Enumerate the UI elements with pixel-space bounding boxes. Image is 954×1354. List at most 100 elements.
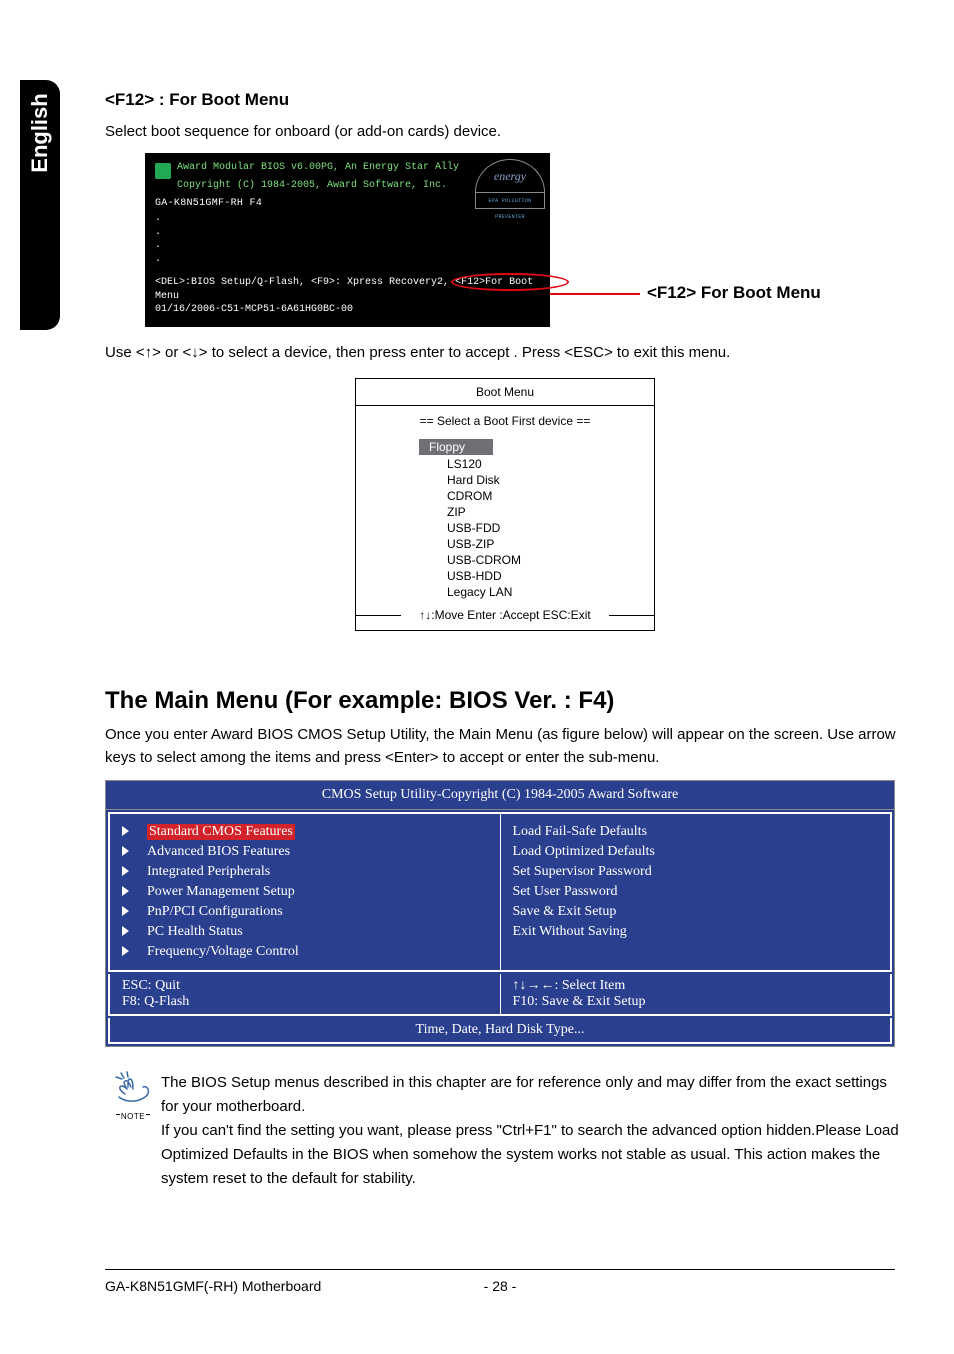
cmos-item-freq[interactable]: Frequency/Voltage Control — [122, 942, 488, 962]
cmos-item-supervisor[interactable]: Set Supervisor Password — [513, 862, 879, 882]
post-dot: . — [155, 212, 540, 226]
cmos-right-col: Load Fail-Safe Defaults Load Optimized D… — [501, 814, 891, 970]
note-label: NOTE — [105, 1112, 161, 1121]
boot-item-label: LS120 — [447, 457, 482, 471]
cmos-item-label: Standard CMOS Features — [147, 824, 295, 840]
cmos-item-label: Load Optimized Defaults — [513, 844, 655, 859]
triangle-icon — [122, 826, 129, 836]
post-dot: . — [155, 239, 540, 253]
triangle-icon — [122, 946, 129, 956]
cmos-item-label: Exit Without Saving — [513, 924, 627, 939]
boot-item-label: USB-CDROM — [447, 553, 521, 567]
boot-item-legacylan[interactable]: Legacy LAN — [415, 584, 595, 600]
cmos-item-label: Set User Password — [513, 884, 618, 899]
section-desc-f12: Select boot sequence for onboard (or add… — [105, 120, 905, 143]
cmos-item-failsafe[interactable]: Load Fail-Safe Defaults — [513, 822, 879, 842]
cmos-item-label: Set Supervisor Password — [513, 864, 652, 879]
cmos-item-peripherals[interactable]: Integrated Peripherals — [122, 862, 488, 882]
cmos-item-saveexit[interactable]: Save & Exit Setup — [513, 902, 879, 922]
cmos-item-health[interactable]: PC Health Status — [122, 922, 488, 942]
cmos-item-pnp[interactable]: PnP/PCI Configurations — [122, 902, 488, 922]
footer-page-number: - 28 - — [460, 1278, 540, 1294]
cmos-item-power[interactable]: Power Management Setup — [122, 882, 488, 902]
cmos-item-label: Integrated Peripherals — [147, 864, 270, 879]
boot-hints-wrap: ↑↓:Move Enter :Accept ESC:Exit — [356, 606, 654, 624]
cmos-key-arrows: ↑↓→←: Select Item — [513, 978, 879, 994]
cmos-item-label: Load Fail-Safe Defaults — [513, 824, 648, 839]
post-keys-prefix: <DEL>:BIOS Setup/Q-Flash, <F9>: Xpress R… — [155, 277, 455, 288]
callout-connector — [550, 293, 640, 295]
page-footer: GA-K8N51GMF(-RH) Motherboard - 28 - — [105, 1269, 895, 1294]
cmos-key-hints: ESC: Quit F8: Q-Flash ↑↓→←: Select Item … — [108, 974, 892, 1016]
boot-item-label: Floppy — [419, 439, 493, 455]
triangle-icon — [122, 866, 129, 876]
boot-item-ls120[interactable]: LS120 — [415, 456, 595, 472]
callout-label: <F12> For Boot Menu — [647, 283, 821, 303]
boot-item-label: USB-HDD — [447, 569, 502, 583]
hint-line — [609, 615, 655, 616]
boot-item-usbfdd[interactable]: USB-FDD — [415, 520, 595, 536]
cmos-item-userpw[interactable]: Set User Password — [513, 882, 879, 902]
main-menu-desc: Once you enter Award BIOS CMOS Setup Uti… — [105, 723, 905, 770]
cmos-key-f8: F8: Q-Flash — [122, 994, 488, 1010]
boot-item-label: ZIP — [447, 505, 466, 519]
boot-item-label: USB-FDD — [447, 521, 500, 535]
post-screenshot: Award Modular BIOS v6.00PG, An Energy St… — [145, 153, 905, 327]
boot-hints: ↑↓:Move Enter :Accept ESC:Exit — [356, 606, 654, 622]
energy-star-top: energy — [475, 159, 545, 193]
cmos-item-advanced[interactable]: Advanced BIOS Features — [122, 842, 488, 862]
language-tab: English — [20, 80, 60, 330]
boot-item-floppy[interactable]: Floppy — [415, 438, 595, 456]
cmos-keys-left: ESC: Quit F8: Q-Flash — [110, 974, 501, 1014]
cmos-item-optimized[interactable]: Load Optimized Defaults — [513, 842, 879, 862]
cmos-key-esc: ESC: Quit — [122, 978, 488, 994]
cmos-body: Standard CMOS Features Advanced BIOS Fea… — [108, 812, 892, 972]
footer-left: GA-K8N51GMF(-RH) Motherboard — [105, 1278, 460, 1294]
cmos-keys-right: ↑↓→←: Select Item F10: Save & Exit Setup — [501, 974, 891, 1014]
boot-item-zip[interactable]: ZIP — [415, 504, 595, 520]
post-dot: . — [155, 226, 540, 240]
footer-right — [540, 1278, 895, 1294]
boot-select-label: == Select a Boot First device == — [356, 406, 654, 434]
note-block: NOTE The BIOS Setup menus described in t… — [105, 1071, 905, 1191]
triangle-icon — [122, 846, 129, 856]
boot-item-label: USB-ZIP — [447, 537, 494, 551]
boot-instruction: Use <↑> or <↓> to select a device, then … — [105, 341, 905, 364]
cmos-hint: Time, Date, Hard Disk Type... — [108, 1018, 892, 1044]
section-heading-f12: <F12> : For Boot Menu — [105, 90, 905, 110]
cmos-item-label: PnP/PCI Configurations — [147, 904, 283, 919]
cmos-left-col: Standard CMOS Features Advanced BIOS Fea… — [110, 814, 501, 970]
cmos-item-label: Advanced BIOS Features — [147, 844, 290, 859]
note-icon-wrap: NOTE — [105, 1071, 161, 1191]
cmos-item-standard[interactable]: Standard CMOS Features — [122, 822, 488, 842]
boot-item-label: Hard Disk — [447, 473, 500, 487]
triangle-icon — [122, 906, 129, 916]
boot-item-label: CDROM — [447, 489, 492, 503]
boot-item-usbcdrom[interactable]: USB-CDROM — [415, 552, 595, 568]
energy-star-sub: EPA POLLUTION PREVENTER — [475, 193, 545, 209]
cmos-item-label: Save & Exit Setup — [513, 904, 617, 919]
boot-item-cdrom[interactable]: CDROM — [415, 488, 595, 504]
main-menu-heading: The Main Menu (For example: BIOS Ver. : … — [105, 687, 905, 715]
boot-item-harddisk[interactable]: Hard Disk — [415, 472, 595, 488]
cmos-item-label: Power Management Setup — [147, 884, 295, 899]
boot-menu-box: Boot Menu == Select a Boot First device … — [355, 378, 655, 631]
boot-menu-title: Boot Menu — [356, 379, 654, 405]
award-logo-icon — [155, 163, 171, 179]
post-dot: . — [155, 253, 540, 267]
note-hand-icon — [113, 1092, 153, 1109]
triangle-icon — [122, 926, 129, 936]
post-line1: Award Modular BIOS v6.00PG, An Energy St… — [177, 161, 459, 179]
post-screen: Award Modular BIOS v6.00PG, An Energy St… — [145, 153, 550, 327]
triangle-icon — [122, 886, 129, 896]
boot-item-usbhdd[interactable]: USB-HDD — [415, 568, 595, 584]
cmos-key-f10: F10: Save & Exit Setup — [513, 994, 879, 1010]
boot-device-list[interactable]: Floppy LS120 Hard Disk CDROM ZIP USB-FDD… — [415, 438, 595, 600]
note-text: The BIOS Setup menus described in this c… — [161, 1071, 905, 1191]
page-content: <F12> : For Boot Menu Select boot sequen… — [105, 90, 905, 1191]
boot-item-usbzip[interactable]: USB-ZIP — [415, 536, 595, 552]
post-key-hints: <DEL>:BIOS Setup/Q-Flash, <F9>: Xpress R… — [155, 276, 540, 303]
post-date-line: 01/16/2006-C51-MCP51-6A61HG0BC-00 — [155, 303, 540, 317]
cmos-item-label: Frequency/Voltage Control — [147, 944, 299, 959]
cmos-item-exitnosave[interactable]: Exit Without Saving — [513, 922, 879, 942]
